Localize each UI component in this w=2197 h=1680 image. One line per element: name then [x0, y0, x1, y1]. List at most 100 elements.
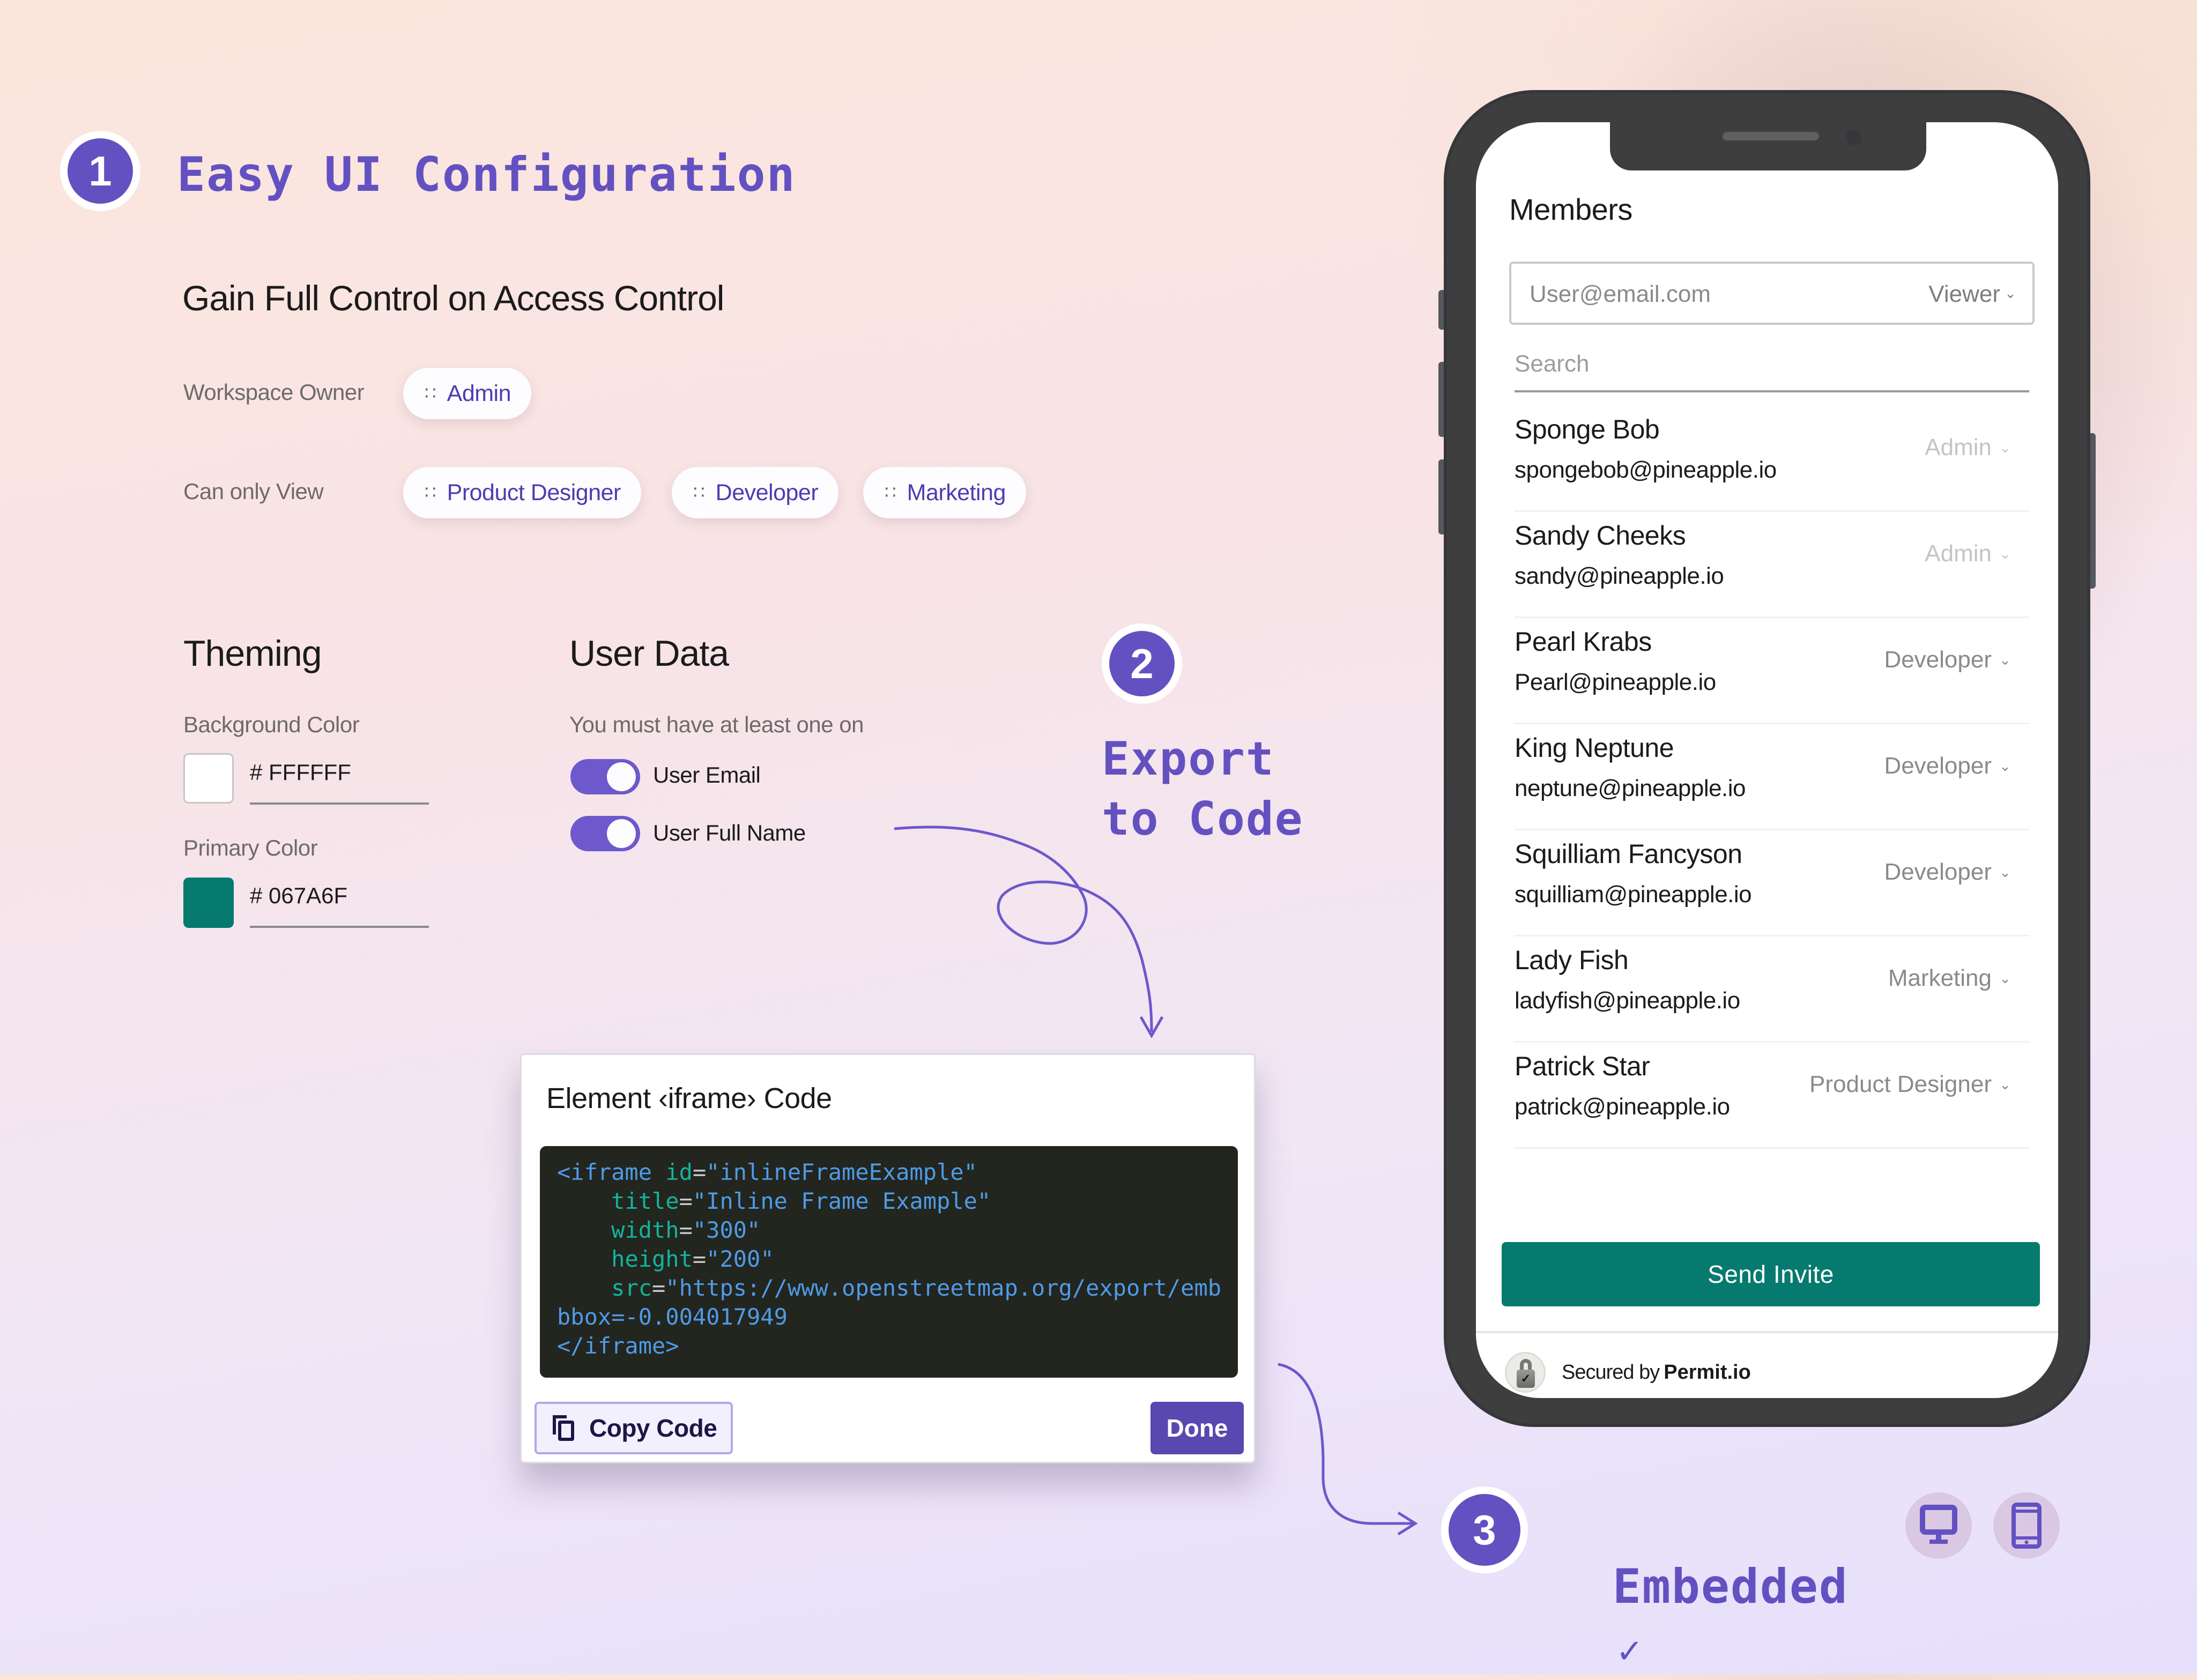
role-chip-label: Product Designer [447, 479, 621, 506]
member-name: Patrick Star [1515, 1051, 1650, 1081]
step-2-badge: 2 [1102, 623, 1182, 704]
member-role-select[interactable]: Marketing [1888, 965, 1992, 992]
primary-color-label: Primary Color [183, 835, 318, 860]
code-token: "200" [706, 1246, 774, 1272]
step-2-title: Export to Code [1102, 732, 1304, 846]
code-line: </iframe> [557, 1332, 1238, 1361]
role-chip[interactable]: ∷ Marketing [863, 467, 1026, 518]
code-token: "inlineFrameExample" [706, 1159, 977, 1185]
member-role-select[interactable]: Developer [1884, 753, 1992, 779]
primary-color-input[interactable]: # 067A6F [250, 878, 429, 928]
member-row: Sponge Bob spongebob@pineapple.io Admin ⌄ [1515, 404, 2029, 512]
embedded-label: Embedded [1612, 1559, 1849, 1614]
drag-handle-icon[interactable]: ∷ [425, 383, 436, 404]
member-role-select[interactable]: Product Designer [1809, 1071, 1992, 1098]
invite-role-select[interactable]: Viewer [1928, 281, 2000, 308]
search-input[interactable]: Search [1515, 337, 2029, 392]
primary-color-swatch[interactable] [183, 878, 234, 928]
user-email-toggle[interactable] [570, 759, 640, 794]
member-role-select: Admin [1925, 434, 1992, 460]
copy-code-button[interactable]: Copy Code [535, 1402, 733, 1454]
step-3-badge: 3 [1441, 1486, 1528, 1573]
members-title: Members [1509, 192, 1632, 226]
toggle-knob [607, 762, 636, 791]
chevron-down-icon: ⌄ [1999, 440, 2011, 456]
user-data-hint: You must have at least one on [569, 712, 864, 737]
done-button[interactable]: Done [1151, 1402, 1244, 1454]
member-name: Pearl Krabs [1515, 627, 1652, 657]
role-chip[interactable]: ∷ Product Designer [403, 467, 641, 518]
code-token: = [692, 1159, 707, 1185]
code-block[interactable]: <iframe id="inlineFrameExample" title="I… [540, 1146, 1238, 1378]
phone-notch [1610, 122, 1926, 170]
desktop-view-button[interactable] [1905, 1492, 1972, 1559]
iframe-code-card: Element ‹iframe› Code <iframe id="inline… [520, 1053, 1256, 1463]
step-1-title: Easy UI Configuration [177, 147, 796, 202]
code-line: width="300" [557, 1216, 1238, 1245]
member-email: Pearl@pineapple.io [1515, 669, 1716, 695]
code-token: src [611, 1275, 652, 1301]
speaker-icon [1723, 132, 1819, 140]
send-invite-button[interactable]: Send Invite [1502, 1242, 2040, 1306]
user-full-name-label: User Full Name [653, 820, 806, 845]
check-icon: ✓ [1617, 1628, 1642, 1672]
invite-email-input[interactable]: User@email.com Viewer ⌄ [1509, 262, 2035, 325]
chevron-down-icon: ⌄ [1999, 1076, 2011, 1092]
member-row: Lady Fish ladyfish@pineapple.io Marketing ⌄ [1515, 935, 2029, 1043]
can-only-view-label: Can only View [183, 479, 324, 504]
member-role-select[interactable]: Developer [1884, 859, 1992, 886]
drag-handle-icon[interactable]: ∷ [425, 482, 436, 503]
member-row: Squilliam Fancyson squilliam@pineapple.io… [1515, 829, 2029, 936]
code-token: "https://www.openstreetmap.org/export/em… [665, 1275, 1222, 1301]
code-token: title [611, 1188, 679, 1214]
role-chip-label: Admin [447, 380, 511, 406]
chevron-down-icon: ⌄ [1999, 652, 2011, 668]
background-color-value: # FFFFFF [250, 760, 351, 785]
member-name: Sponge Bob [1515, 414, 1660, 444]
member-name: King Neptune [1515, 733, 1674, 763]
member-email: spongebob@pineapple.io [1515, 457, 1777, 483]
step-number: 3 [1473, 1506, 1496, 1553]
secured-by-footer: ✓ Secured by Permit.io [1505, 1351, 1751, 1394]
permit-brand[interactable]: Permit.io [1664, 1361, 1751, 1384]
search-placeholder: Search [1515, 351, 1590, 377]
member-email: ladyfish@pineapple.io [1515, 987, 1740, 1014]
member-email: sandy@pineapple.io [1515, 563, 1724, 589]
member-role-select[interactable]: Developer [1884, 646, 1992, 673]
role-chip[interactable]: ∷ Developer [672, 467, 839, 518]
code-line: title="Inline Frame Example" [557, 1187, 1238, 1216]
copy-code-label: Copy Code [589, 1414, 717, 1442]
member-name: Squilliam Fancyson [1515, 839, 1742, 869]
role-chip-label: Developer [715, 479, 819, 506]
desktop-icon [1920, 1505, 1957, 1544]
code-token: = [652, 1275, 666, 1301]
code-line: <iframe id="inlineFrameExample" [557, 1158, 1238, 1187]
workspace-owner-label: Workspace Owner [183, 380, 365, 405]
phone-frame: Members User@email.com Viewer ⌄ Search S… [1444, 90, 2090, 1427]
member-email: patrick@pineapple.io [1515, 1094, 1730, 1120]
drag-handle-icon[interactable]: ∷ [693, 482, 705, 503]
user-full-name-toggle[interactable] [570, 816, 640, 851]
code-token: = [679, 1188, 693, 1214]
background-color-swatch[interactable] [183, 753, 234, 804]
drag-handle-icon[interactable]: ∷ [885, 482, 896, 503]
theming-heading: Theming [183, 633, 322, 674]
lock-icon: ✓ [1505, 1352, 1546, 1393]
mobile-view-button[interactable] [1993, 1492, 2060, 1559]
member-email: squilliam@pineapple.io [1515, 881, 1752, 908]
code-line: bbox=-0.004017949 [557, 1303, 1238, 1332]
chevron-down-icon: ⌄ [1999, 758, 2011, 774]
chevron-down-icon: ⌄ [1999, 546, 2011, 562]
background-color-label: Background Color [183, 712, 360, 737]
chevron-down-icon: ⌄ [1999, 970, 2011, 986]
copy-icon [553, 1415, 574, 1441]
member-row: Sandy Cheeks sandy@pineapple.io Admin ⌄ [1515, 510, 2029, 618]
role-chip[interactable]: ∷ Admin [403, 368, 532, 419]
background-color-input[interactable]: # FFFFFF [250, 754, 429, 805]
member-role-select: Admin [1925, 540, 1992, 567]
user-email-label: User Email [653, 762, 761, 787]
